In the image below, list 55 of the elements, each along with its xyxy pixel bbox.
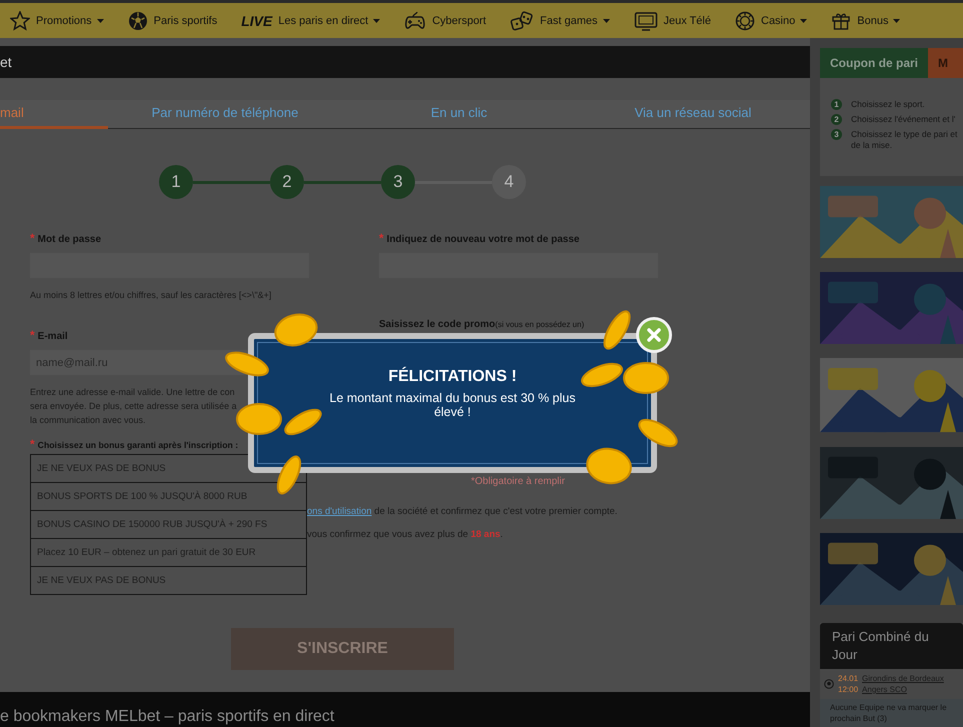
gamepad-icon [404,10,426,30]
field-label: * Indiquez de nouveau votre mot de passe [379,231,580,243]
tab[interactable]: M [928,48,963,78]
step-circle: 2 [270,165,304,199]
tab[interactable]: En un clic [342,100,576,129]
tab[interactable]: mail [0,100,108,129]
step-number: 1 [831,99,842,110]
step-number: 2 [831,114,842,125]
nav-item[interactable]: Promotions [10,10,104,30]
dice-icon [510,10,534,30]
panel-title: Pari Combiné du Jour [820,622,963,669]
step-circle: 1 [159,165,193,199]
nav-item[interactable]: Cybersport [404,10,486,30]
nav-item[interactable]: LIVE Les paris en direct [241,12,380,28]
coin-icon [284,408,322,436]
coin-icon [274,314,318,346]
close-icon [646,327,662,343]
modal-message: Le montant maximal du bonus est 30 % plus élevé ! [328,391,576,419]
coin-icon [581,362,623,388]
field-label: * Choisissez un bonus garanti après l'inscription : [30,437,240,449]
match-date: 24.01 [838,672,858,684]
tab[interactable]: Par numéro de téléphone [108,100,342,129]
live-label: LIVE [241,12,272,28]
coin-icon [276,456,302,494]
field-label: * Mot de passe [30,231,102,243]
footer-title: e bookmakers MELbet – paris sportifs en direct [0,692,810,727]
match-time: 12:00 [838,684,858,695]
nav-item[interactable]: Paris sportifs [128,10,218,30]
coin-icon [236,403,282,435]
coin-icon [623,362,669,394]
nav-item[interactable]: Fast games [510,10,610,30]
terms-link[interactable]: ons d'utilisation [307,506,372,517]
star-icon [10,10,30,30]
tab[interactable]: Via un réseau social [576,100,810,129]
field-label: Saisissez le code promo(si vous en possédez un) [379,319,586,331]
nav-item[interactable]: Casino [735,10,808,30]
step-circle: 3 [381,165,415,199]
nav-item[interactable]: Jeux Télé [634,10,711,30]
modal-title: FÉLICITATIONS ! [388,367,517,387]
coin-icon [225,352,269,376]
nav-item[interactable]: Bonus [831,10,900,30]
coin-icon [603,310,631,350]
tab[interactable]: Coupon de pari [820,48,928,78]
chip-icon [735,10,755,30]
page-header: et [0,46,810,78]
tv-icon [634,10,658,30]
field-label: * E-mail [30,328,69,340]
step-circle: 4 [492,165,526,199]
step-number: 3 [831,129,842,140]
soccer-ball-icon [128,10,148,30]
coin-icon [638,418,678,448]
soccer-ball-icon [824,678,834,689]
gift-icon [831,10,852,30]
required-note: *Obligatoire à remplir [471,476,566,489]
coin-icon [586,448,632,484]
